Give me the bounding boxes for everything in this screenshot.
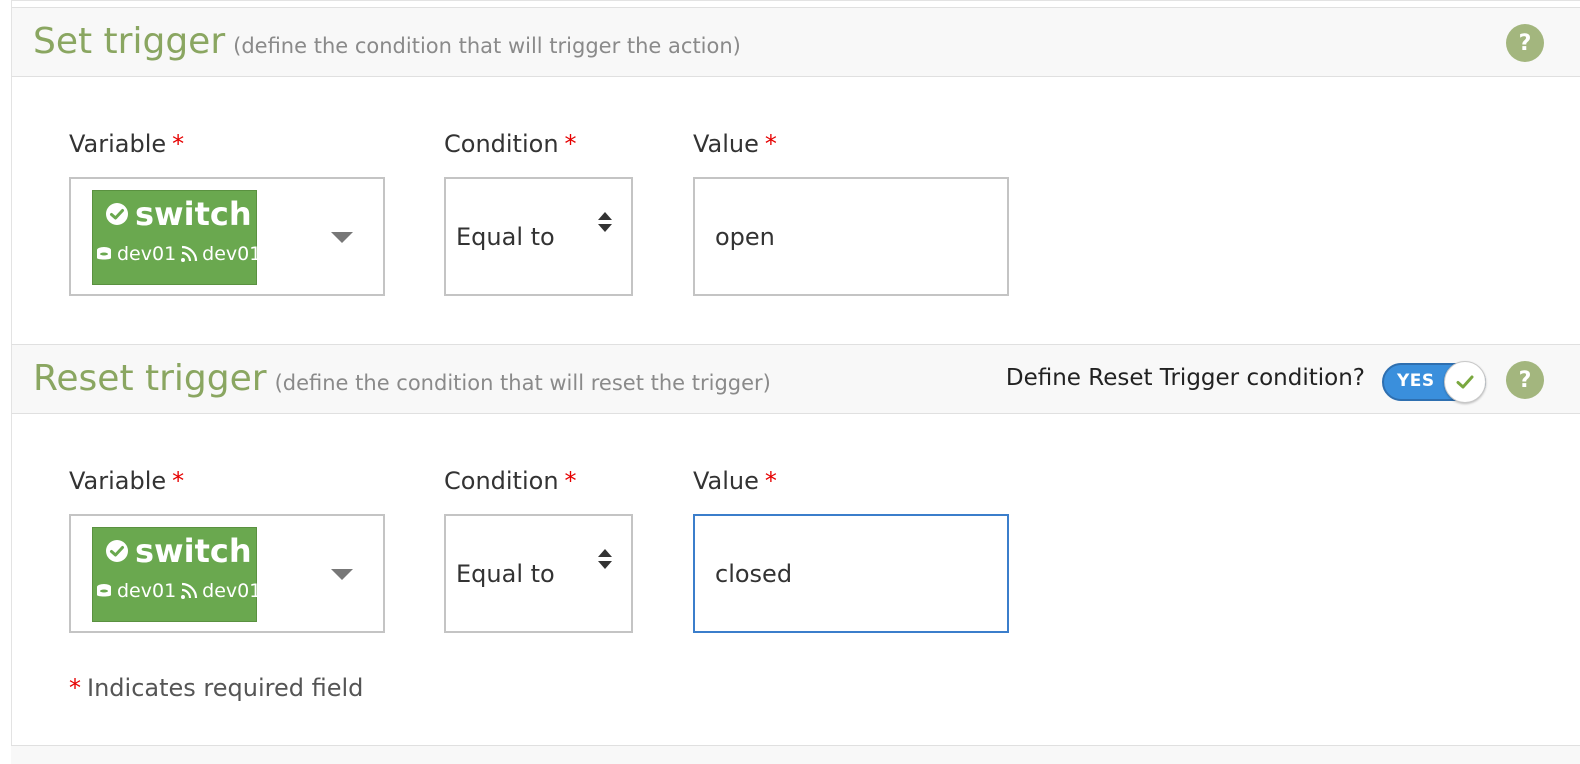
reset-variable-source: dev01 <box>202 580 262 602</box>
check-circle-icon <box>106 540 128 562</box>
caret-down-icon[interactable] <box>331 232 353 243</box>
reset-variable-device: dev01 <box>117 580 177 602</box>
sort-arrows-icon <box>598 212 612 232</box>
set-trigger-header: Set trigger (define the condition that wi… <box>11 7 1580 77</box>
reset-value-input[interactable] <box>693 514 1009 633</box>
reset-trigger-subtitle: (define the condition that will reset th… <box>274 371 771 395</box>
reset-value-label: Value * <box>693 467 777 495</box>
reset-variable-name: switch <box>135 532 252 570</box>
toggle-knob[interactable] <box>1444 361 1486 403</box>
set-trigger-title: Set trigger (define the condition that wi… <box>33 21 741 62</box>
set-condition-value: Equal to <box>456 223 555 251</box>
set-variable-source: dev01 <box>202 243 262 265</box>
device-icon <box>97 584 111 597</box>
reset-condition-select[interactable]: Equal to <box>444 514 633 633</box>
set-condition-label: Condition * <box>444 130 577 158</box>
set-variable-name: switch <box>135 195 252 233</box>
reset-variable-chip: switch dev01 dev01 <box>92 527 261 622</box>
reset-variable-select[interactable]: switch dev01 dev01 <box>69 514 385 633</box>
check-circle-icon <box>106 203 128 225</box>
reset-variable-label: Variable * <box>69 467 185 495</box>
reset-condition-value: Equal to <box>456 560 555 588</box>
reset-toggle-label: Define Reset Trigger condition? <box>1005 365 1365 391</box>
set-value-input[interactable] <box>693 177 1009 296</box>
set-trigger-subtitle: (define the condition that will trigger … <box>233 34 741 58</box>
set-variable-label: Variable * <box>69 130 185 158</box>
set-variable-select[interactable]: switch dev01 dev01 <box>69 177 385 296</box>
set-trigger-help-icon[interactable]: ? <box>1506 24 1544 62</box>
reset-condition-label: Condition * <box>444 467 577 495</box>
rss-icon <box>181 582 198 599</box>
reset-trigger-header: Reset trigger (define the condition that … <box>11 344 1580 414</box>
set-value-label: Value * <box>693 130 777 158</box>
toggle-state-text: YES <box>1397 371 1435 391</box>
set-variable-device: dev01 <box>117 243 177 265</box>
check-icon <box>1456 375 1474 389</box>
set-variable-chip: switch dev01 dev01 <box>92 190 261 285</box>
next-section-header <box>11 745 1580 764</box>
required-field-note: * Indicates required field <box>69 674 364 702</box>
reset-trigger-help-icon[interactable]: ? <box>1506 361 1544 399</box>
rss-icon <box>181 245 198 262</box>
reset-trigger-toggle[interactable]: YES <box>1382 361 1486 403</box>
reset-trigger-title: Reset trigger (define the condition that … <box>33 358 771 399</box>
set-condition-select[interactable]: Equal to <box>444 177 633 296</box>
caret-down-icon[interactable] <box>331 569 353 580</box>
sort-arrows-icon <box>598 549 612 569</box>
device-icon <box>97 247 111 260</box>
